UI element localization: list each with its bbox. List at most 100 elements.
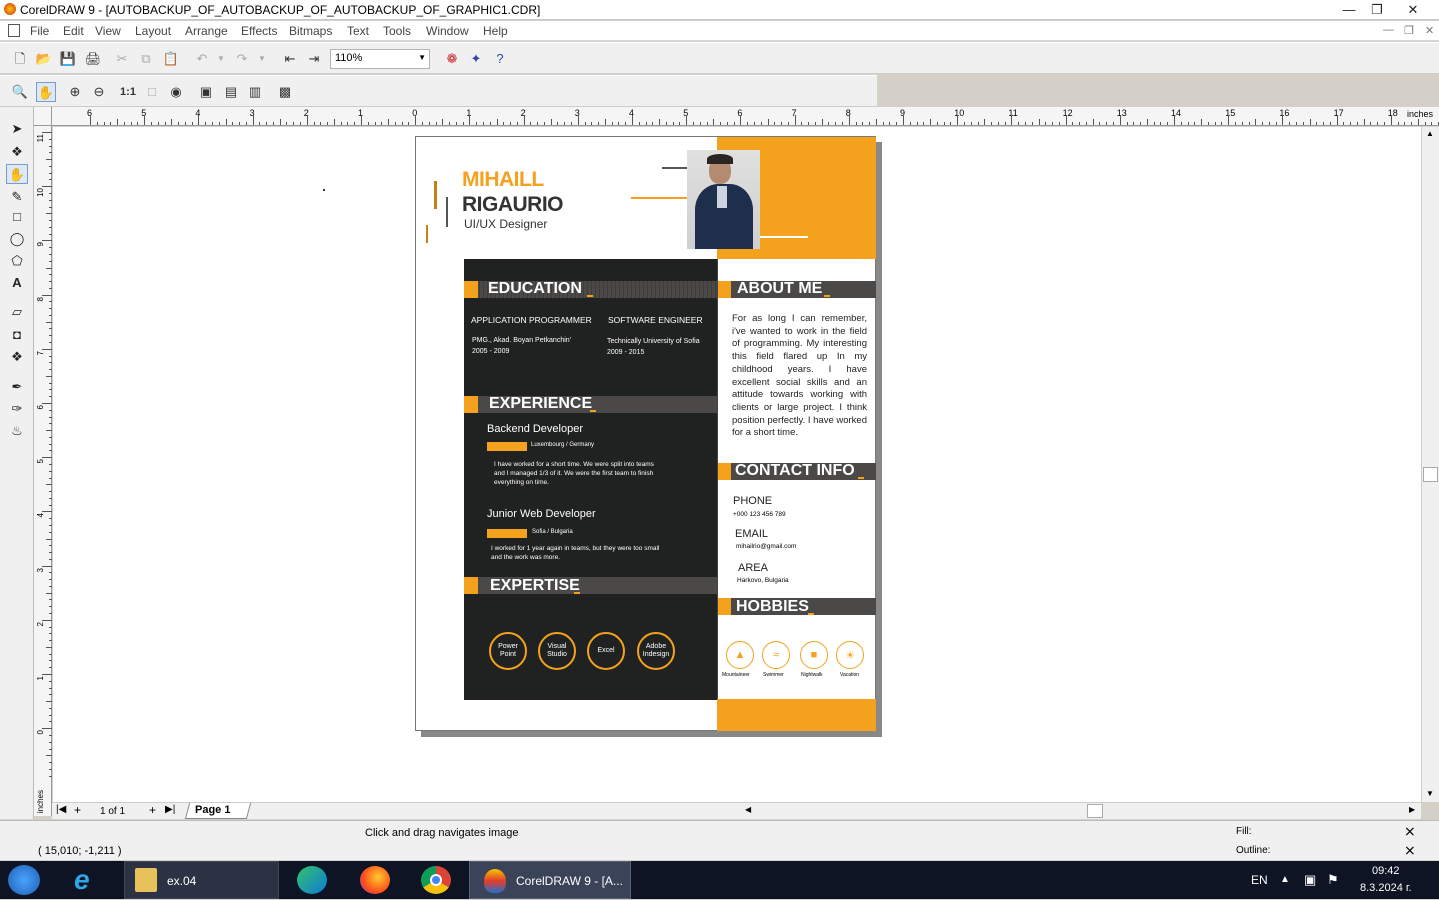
polygon-tool-icon[interactable]: ⬠ <box>6 251 28 271</box>
undo-icon[interactable]: ↶ <box>192 49 212 69</box>
fill-tool-icon[interactable]: ♨ <box>6 421 28 441</box>
doc-close-button[interactable]: ✕ <box>1425 24 1434 37</box>
ruler-units: inches <box>1407 109 1434 119</box>
redo-dropdown-icon[interactable]: ▼ <box>252 49 272 69</box>
print-icon[interactable]: 🖨 <box>83 49 103 69</box>
taskbar-explorer[interactable]: ex.04 <box>124 861 279 899</box>
ellipse-tool-icon[interactable]: ◯ <box>6 229 28 249</box>
scroll-left-icon[interactable]: ◀ <box>745 805 751 814</box>
scroll-up-icon[interactable]: ▲ <box>1426 129 1434 138</box>
edge-icon[interactable] <box>297 866 327 894</box>
close-button[interactable]: ✕ <box>1398 0 1428 19</box>
zoom-page-width-icon[interactable]: ▤ <box>221 82 241 102</box>
paste-icon[interactable]: 📋 <box>161 49 181 69</box>
menu-file[interactable]: File <box>30 24 49 38</box>
restore-button[interactable]: ❐ <box>1362 0 1392 19</box>
ruler-tick <box>49 721 52 723</box>
eyedropper-tool-icon[interactable]: ✒ <box>6 377 28 397</box>
ruler-tick <box>49 450 52 452</box>
interactive-tools-icon[interactable]: ❖ <box>6 347 28 367</box>
ruler-tick <box>1350 122 1352 125</box>
hand-tool-active-icon[interactable]: ✋ <box>6 164 28 184</box>
zoom-page-icon[interactable]: ▣ <box>196 82 216 102</box>
internet-explorer-icon[interactable]: e <box>74 861 90 899</box>
horizontal-scrollbar[interactable]: ◀ ▶ <box>740 802 1421 819</box>
new-icon[interactable]: 🗋 <box>10 49 30 69</box>
language-indicator[interactable]: EN <box>1251 861 1268 899</box>
menu-bitmaps[interactable]: Bitmaps <box>289 24 332 38</box>
add-page-after-icon[interactable]: + <box>149 803 156 817</box>
view-manager-icon[interactable]: ▩ <box>275 82 295 102</box>
doc-restore-button[interactable]: ❐ <box>1404 24 1414 37</box>
ruler-tick <box>198 115 200 125</box>
text-tool-icon[interactable]: A <box>6 273 28 293</box>
menu-window[interactable]: Window <box>426 24 469 38</box>
corel-tutor-icon[interactable]: ❁ <box>442 49 462 69</box>
scroll-right-icon[interactable]: ▶ <box>1409 805 1415 814</box>
clock-time[interactable]: 09:42 <box>1372 865 1400 877</box>
interactive-blend-icon[interactable]: ◘ <box>6 325 28 345</box>
action-center-icon[interactable]: ⚑ <box>1327 861 1339 899</box>
menu-edit[interactable]: Edit <box>63 24 84 38</box>
menu-effects[interactable]: Effects <box>241 24 277 38</box>
outline-tool-icon[interactable]: ✑ <box>6 399 28 419</box>
ruler-origin[interactable] <box>34 107 52 126</box>
minimize-button[interactable]: — <box>1334 0 1364 19</box>
shape-tool-icon[interactable]: ❖ <box>6 142 28 162</box>
zoom-out-icon[interactable]: ⊖ <box>89 82 109 102</box>
whats-this-icon[interactable]: ✦ <box>466 49 486 69</box>
tray-expand-icon[interactable]: ▲ <box>1280 861 1290 899</box>
menu-tools[interactable]: Tools <box>383 24 411 38</box>
ruler-tick-label: 9 <box>36 242 45 247</box>
zoom-page-height-icon[interactable]: ▥ <box>245 82 265 102</box>
doc-minimize-button[interactable]: — <box>1383 24 1394 36</box>
ruler-top[interactable]: inches 6 5 4 3 2 1 0 1 2 3 4 5 6 7 8 9 10 11 12 13 14 15 16 17 1… <box>52 107 1439 126</box>
last-page-icon[interactable]: ▶| <box>165 804 175 815</box>
area-value: Harkovo, Bulgaria <box>737 577 789 584</box>
freehand-tool-icon[interactable]: ✎ <box>6 187 28 207</box>
zoom-selected-icon[interactable]: □ <box>142 82 162 102</box>
open-icon[interactable]: 📂 <box>34 49 54 69</box>
exp-1-desc-1: I have worked for a short time. We were … <box>494 461 654 468</box>
add-page-before-icon[interactable]: + <box>74 803 81 817</box>
zoom-in-icon[interactable]: ⊕ <box>65 82 85 102</box>
menu-arrange[interactable]: Arrange <box>185 24 228 38</box>
cut-icon[interactable]: ✂ <box>112 49 132 69</box>
zoom-actual-icon[interactable]: 1:1 <box>118 82 138 102</box>
ruler-tick <box>49 172 52 174</box>
interactive-fill-icon[interactable]: ▱ <box>6 302 28 322</box>
menu-view[interactable]: View <box>95 24 121 38</box>
menu-layout[interactable]: Layout <box>135 24 171 38</box>
copy-icon[interactable]: ⧉ <box>136 49 156 69</box>
ruler-tick <box>1011 115 1013 125</box>
ruler-tick <box>42 348 52 350</box>
rectangle-tool-icon[interactable]: □ <box>6 207 28 227</box>
save-icon[interactable]: 💾 <box>58 49 78 69</box>
hand-tool-icon[interactable]: ✋ <box>36 82 56 102</box>
chrome-icon[interactable] <box>421 866 451 894</box>
zoom-select[interactable]: 110% ▼ <box>330 49 430 69</box>
menu-text[interactable]: Text <box>347 24 369 38</box>
redo-icon[interactable]: ↷ <box>232 49 252 69</box>
scroll-down-icon[interactable]: ▼ <box>1426 789 1434 798</box>
vertical-scrollbar[interactable]: ▲ ▼ <box>1421 127 1439 802</box>
taskbar-coreldraw[interactable]: CorelDRAW 9 - [A... <box>469 861 631 899</box>
first-page-icon[interactable]: |◀ <box>56 804 66 815</box>
resume-page[interactable]: MIHAILL RIGAURIO UI/UX Designer EDUCATIO… <box>415 136 876 731</box>
clock-date[interactable]: 8.3.2024 г. <box>1360 882 1412 894</box>
zoom-tool-icon[interactable]: 🔍 <box>10 82 30 102</box>
zoom-all-objects-icon[interactable]: ◉ <box>166 82 186 102</box>
start-button[interactable] <box>8 865 40 895</box>
menu-help[interactable]: Help <box>483 24 508 38</box>
horizontal-scroll-thumb[interactable] <box>1087 804 1103 818</box>
undo-dropdown-icon[interactable]: ▼ <box>211 49 231 69</box>
vertical-scroll-thumb[interactable] <box>1423 467 1438 482</box>
help-pointer-icon[interactable]: ? <box>490 49 510 69</box>
firefox-icon[interactable] <box>360 866 390 894</box>
ruler-left[interactable]: inches 11 10 9 8 7 6 5 4 3 2 1 0 <box>34 126 52 816</box>
page-tab-label[interactable]: Page 1 <box>195 804 230 816</box>
export-icon[interactable]: ⇥ <box>304 49 324 69</box>
pick-tool-icon[interactable]: ➤ <box>6 119 28 139</box>
network-icon[interactable]: ▣ <box>1304 861 1316 899</box>
import-icon[interactable]: ⇤ <box>280 49 300 69</box>
